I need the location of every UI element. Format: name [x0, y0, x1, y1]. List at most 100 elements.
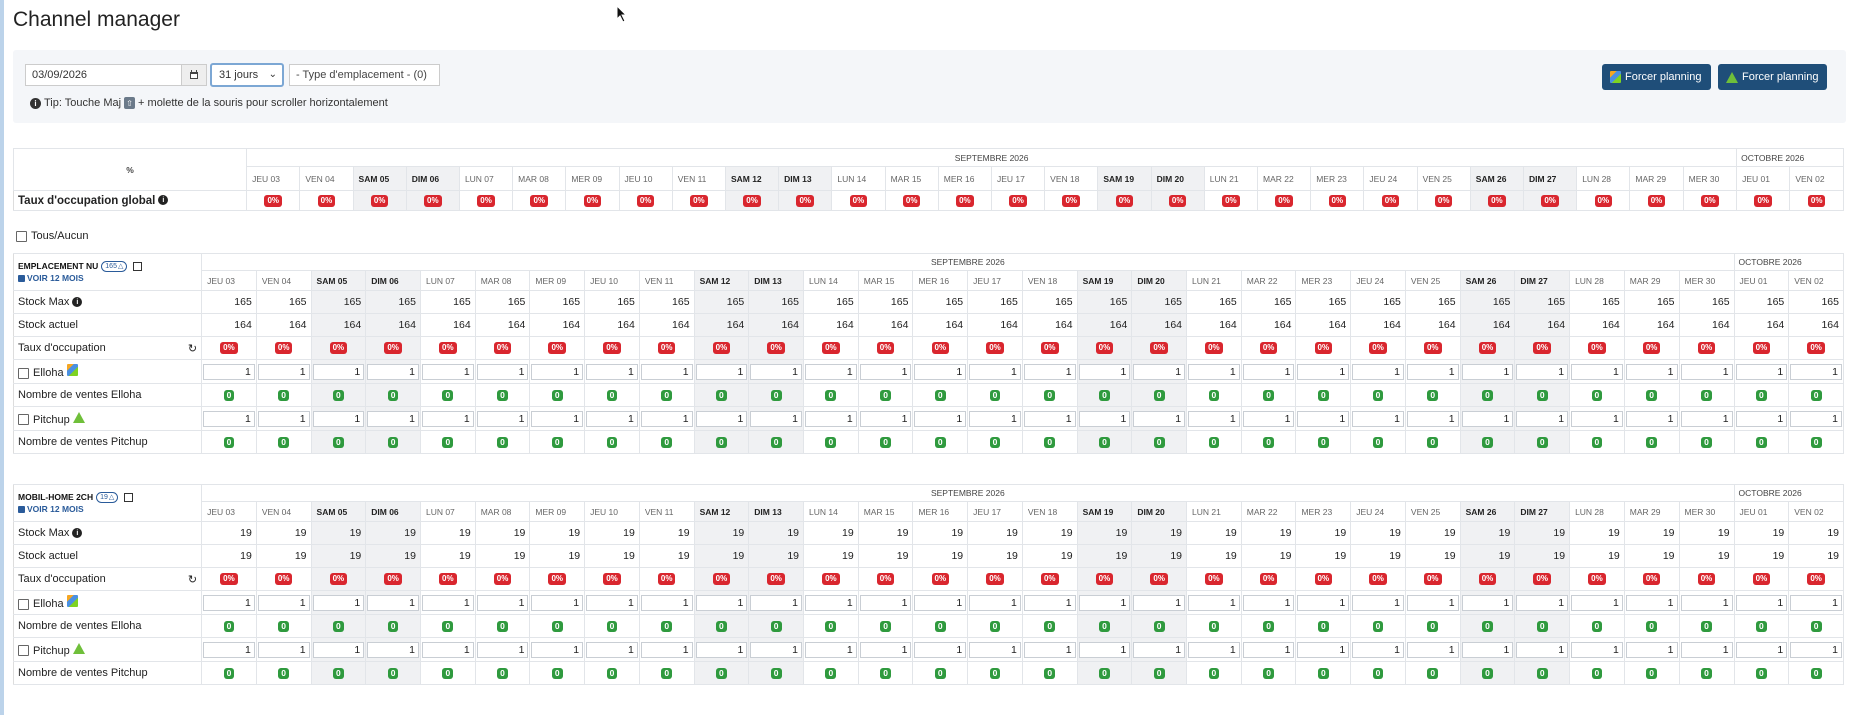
pitchup-input[interactable]: 1 — [969, 410, 1021, 427]
elloha-input[interactable]: 1 — [1352, 363, 1404, 380]
voir-12-mois-link[interactable]: VOIR 12 MOIS — [18, 272, 201, 284]
days-select[interactable]: 31 jours ⌄ — [210, 63, 284, 87]
elloha-input[interactable]: 1 — [1242, 594, 1295, 611]
pitchup-input[interactable]: 1 — [312, 410, 365, 427]
elloha-input[interactable]: 1 — [531, 594, 584, 611]
elloha-input[interactable]: 1 — [1625, 363, 1678, 380]
pitchup-input[interactable]: 1 — [805, 410, 857, 427]
pitchup-input[interactable]: 1 — [750, 410, 802, 427]
elloha-checkbox[interactable] — [18, 367, 29, 379]
elloha-input[interactable]: 1 — [1680, 363, 1733, 380]
elloha-input[interactable]: 1 — [1023, 363, 1076, 380]
pitchup-input[interactable]: 1 — [367, 410, 419, 427]
elloha-input[interactable]: 1 — [1078, 594, 1131, 611]
info-icon[interactable]: i — [158, 195, 169, 206]
info-icon[interactable]: i — [72, 528, 83, 539]
tous-aucun-toggle[interactable]: Tous/Aucun — [16, 230, 88, 242]
pitchup-input[interactable]: 1 — [1023, 641, 1076, 658]
pitchup-input[interactable]: 1 — [1735, 410, 1788, 427]
pitchup-input[interactable]: 1 — [1188, 410, 1240, 427]
pitchup-input[interactable]: 1 — [421, 641, 474, 658]
elloha-input[interactable]: 1 — [1297, 594, 1350, 611]
elloha-input[interactable]: 1 — [531, 363, 584, 380]
pitchup-input[interactable]: 1 — [1680, 410, 1733, 427]
elloha-input[interactable]: 1 — [586, 594, 638, 611]
elloha-input[interactable]: 1 — [914, 363, 967, 380]
pitchup-checkbox[interactable] — [18, 645, 29, 657]
pitchup-input[interactable]: 1 — [1735, 641, 1788, 658]
pitchup-input[interactable]: 1 — [1571, 641, 1623, 658]
elloha-input[interactable]: 1 — [805, 363, 857, 380]
elloha-input[interactable]: 1 — [476, 594, 529, 611]
elloha-input[interactable]: 1 — [1406, 363, 1459, 380]
elloha-input[interactable]: 1 — [257, 594, 310, 611]
elloha-input[interactable]: 1 — [312, 363, 365, 380]
pitchup-input[interactable]: 1 — [859, 641, 912, 658]
elloha-input[interactable]: 1 — [640, 594, 693, 611]
external-link-icon[interactable] — [124, 492, 134, 502]
elloha-input[interactable]: 1 — [1078, 363, 1131, 380]
pitchup-input[interactable]: 1 — [1406, 410, 1459, 427]
pitchup-input[interactable]: 1 — [1297, 641, 1350, 658]
pitchup-input[interactable]: 1 — [1078, 641, 1131, 658]
pitchup-input[interactable]: 1 — [1242, 410, 1295, 427]
elloha-input[interactable]: 1 — [1790, 363, 1842, 380]
pitchup-input[interactable]: 1 — [1571, 410, 1623, 427]
voir-12-mois-link[interactable]: VOIR 12 MOIS — [18, 503, 201, 515]
elloha-input[interactable]: 1 — [1188, 363, 1240, 380]
elloha-input[interactable]: 1 — [805, 594, 857, 611]
elloha-input[interactable]: 1 — [1516, 594, 1569, 611]
elloha-input[interactable]: 1 — [640, 363, 693, 380]
pitchup-input[interactable]: 1 — [312, 641, 365, 658]
pitchup-input[interactable]: 1 — [1406, 641, 1459, 658]
elloha-input[interactable]: 1 — [1461, 363, 1514, 380]
pitchup-input[interactable]: 1 — [914, 410, 967, 427]
elloha-input[interactable]: 1 — [203, 363, 255, 380]
date-input[interactable]: 03/09/2026 — [25, 64, 207, 86]
pitchup-input[interactable]: 1 — [640, 641, 693, 658]
elloha-input[interactable]: 1 — [859, 594, 912, 611]
pitchup-input[interactable]: 1 — [695, 641, 748, 658]
pitchup-input[interactable]: 1 — [1516, 641, 1569, 658]
elloha-input[interactable]: 1 — [421, 363, 474, 380]
pitchup-input[interactable]: 1 — [859, 410, 912, 427]
elloha-input[interactable]: 1 — [367, 594, 419, 611]
elloha-input[interactable]: 1 — [969, 594, 1021, 611]
pitchup-input[interactable]: 1 — [1625, 410, 1678, 427]
pitchup-input[interactable]: 1 — [1680, 641, 1733, 658]
pitchup-input[interactable]: 1 — [1790, 410, 1842, 427]
elloha-input[interactable]: 1 — [1461, 594, 1514, 611]
pitchup-input[interactable]: 1 — [1352, 410, 1404, 427]
pitchup-input[interactable]: 1 — [1461, 641, 1514, 658]
elloha-input[interactable]: 1 — [969, 363, 1021, 380]
pitchup-input[interactable]: 1 — [203, 410, 255, 427]
pitchup-input[interactable]: 1 — [586, 410, 638, 427]
elloha-input[interactable]: 1 — [1297, 363, 1350, 380]
elloha-input[interactable]: 1 — [203, 594, 255, 611]
elloha-input[interactable]: 1 — [586, 363, 638, 380]
pitchup-checkbox[interactable] — [18, 414, 29, 426]
pitchup-input[interactable]: 1 — [695, 410, 748, 427]
elloha-input[interactable]: 1 — [1352, 594, 1404, 611]
pitchup-input[interactable]: 1 — [1133, 641, 1186, 658]
elloha-input[interactable]: 1 — [1242, 363, 1295, 380]
elloha-input[interactable]: 1 — [1735, 594, 1788, 611]
pitchup-input[interactable]: 1 — [367, 641, 419, 658]
pitchup-input[interactable]: 1 — [257, 410, 310, 427]
info-icon[interactable]: i — [72, 297, 83, 308]
pitchup-input[interactable]: 1 — [586, 641, 638, 658]
pitchup-input[interactable]: 1 — [1461, 410, 1514, 427]
force-planning-pitchup-button[interactable]: Forcer planning — [1718, 64, 1827, 90]
elloha-input[interactable]: 1 — [1188, 594, 1240, 611]
elloha-checkbox[interactable] — [18, 598, 29, 610]
elloha-input[interactable]: 1 — [1625, 594, 1678, 611]
elloha-input[interactable]: 1 — [1133, 363, 1186, 380]
elloha-input[interactable]: 1 — [1735, 363, 1788, 380]
elloha-input[interactable]: 1 — [1406, 594, 1459, 611]
elloha-input[interactable]: 1 — [476, 363, 529, 380]
sync-icon[interactable]: ↻ — [188, 342, 197, 355]
pitchup-input[interactable]: 1 — [257, 641, 310, 658]
pitchup-input[interactable]: 1 — [476, 641, 529, 658]
elloha-input[interactable]: 1 — [750, 363, 802, 380]
elloha-input[interactable]: 1 — [1790, 594, 1842, 611]
